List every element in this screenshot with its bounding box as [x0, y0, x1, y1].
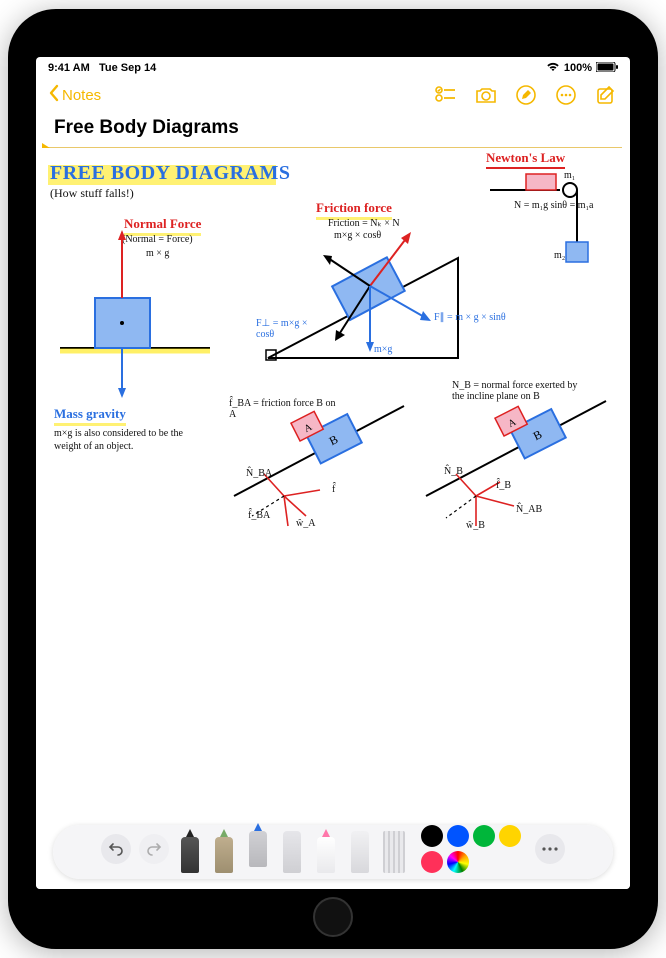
checklist-icon[interactable] — [434, 83, 458, 107]
status-date: Tue Sep 14 — [99, 62, 156, 74]
color-swatches — [421, 825, 521, 873]
undo-button[interactable] — [101, 834, 131, 864]
newton-diagram — [480, 164, 600, 284]
newton-m1: m₁ — [564, 170, 575, 181]
compose-icon[interactable] — [594, 83, 618, 107]
note-title[interactable]: Free Body Diagrams — [36, 113, 630, 147]
vec-nb: N̂_B — [444, 466, 463, 477]
friction-fpar: F∥ = m × g × sinθ — [434, 312, 506, 323]
wifi-icon — [546, 62, 560, 75]
tool-crayon[interactable] — [313, 829, 339, 873]
markup-icon[interactable] — [514, 83, 538, 107]
normal-force-diagram — [50, 218, 220, 398]
swatch-red[interactable] — [421, 851, 443, 873]
vec-fb: f̂_B — [496, 480, 511, 491]
battery-icon — [596, 62, 618, 75]
friction-mxg: m×g — [374, 344, 392, 355]
back-label: Notes — [62, 87, 101, 104]
tool-eraser-slim[interactable] — [279, 829, 305, 873]
tool-ruler[interactable] — [381, 829, 407, 873]
mass-gravity-note: m×g is also considered to be the weight … — [54, 428, 204, 453]
friction-label: Friction force — [316, 200, 392, 220]
vec-f: f̂ — [332, 484, 335, 495]
tool-pen[interactable] — [177, 829, 203, 873]
swatch-green[interactable] — [473, 825, 495, 847]
redo-button[interactable] — [139, 834, 169, 864]
home-button[interactable] — [313, 897, 353, 937]
swatch-black[interactable] — [421, 825, 443, 847]
status-right: 100% — [546, 62, 618, 75]
tool-marker[interactable] — [245, 823, 271, 867]
tool-eraser[interactable] — [347, 829, 373, 873]
mass-gravity-label: Mass gravity — [54, 406, 126, 426]
drawing-toolbar — [53, 825, 613, 879]
newton-eq: N = m₁g sinθ = m₁a — [514, 200, 604, 211]
status-bar: 9:41 AM Tue Sep 14 100% — [36, 57, 630, 77]
more-icon[interactable] — [554, 83, 578, 107]
battery-label: 100% — [564, 62, 592, 74]
ipad-frame: 9:41 AM Tue Sep 14 100% Notes — [8, 9, 658, 949]
swatch-yellow[interactable] — [499, 825, 521, 847]
vec-nab: N̂_AB — [516, 504, 542, 515]
vec-wb: ŵ_B — [466, 520, 485, 531]
friction-ft: F⊥ = m×g × cosθ — [256, 318, 316, 340]
swatch-blue[interactable] — [447, 825, 469, 847]
screen: 9:41 AM Tue Sep 14 100% Notes — [36, 57, 630, 889]
tool-pencil[interactable] — [211, 829, 237, 873]
status-time: 9:41 AM — [48, 62, 90, 74]
vec-fba: f̂_BA — [248, 510, 270, 521]
swatch-color-picker[interactable] — [447, 851, 469, 873]
newton-m2: m₂ — [554, 250, 565, 261]
sketch-subheading: (How stuff falls!) — [50, 186, 134, 201]
status-left: 9:41 AM Tue Sep 14 — [48, 62, 156, 74]
chevron-left-icon — [48, 84, 60, 106]
sketch-heading: FREE BODY DIAGRAMS — [50, 162, 291, 185]
vec-wa: ŵ_A — [296, 518, 315, 529]
vec-nba: N̂_BA — [246, 468, 272, 479]
app-toolbar: Notes — [36, 77, 630, 113]
camera-icon[interactable] — [474, 83, 498, 107]
sketch-canvas[interactable]: FREE BODY DIAGRAMS (How stuff falls!) No… — [36, 148, 630, 889]
back-button[interactable]: Notes — [48, 84, 101, 106]
toolbar-more-button[interactable] — [535, 834, 565, 864]
